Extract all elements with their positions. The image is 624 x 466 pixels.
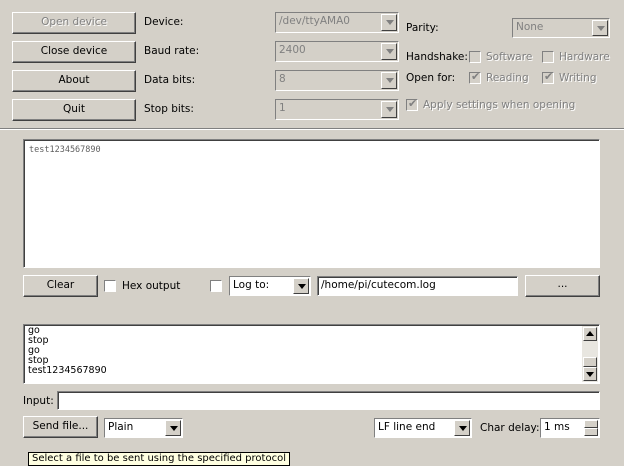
- hardware-checkbox[interactable]: [542, 51, 554, 63]
- char-delay-value: 1 ms: [544, 421, 570, 433]
- history-scrollbar[interactable]: [582, 326, 598, 382]
- browse-log-button[interactable]: ...: [525, 275, 600, 297]
- input-label: Input:: [23, 395, 54, 407]
- writing-checkbox[interactable]: ✔: [542, 70, 554, 84]
- parity-label: Parity:: [406, 22, 439, 34]
- hex-output-checkbox[interactable]: [104, 280, 116, 292]
- log-checkbox[interactable]: [210, 280, 222, 292]
- stop-bits-combo[interactable]: 1: [275, 99, 399, 120]
- char-delay-spinbox[interactable]: 1 ms: [540, 418, 600, 438]
- clear-label: Clear: [46, 279, 75, 291]
- browse-label: ...: [557, 278, 568, 290]
- output-text: test1234567890: [29, 145, 101, 155]
- history-item[interactable]: test1234567890: [28, 366, 107, 376]
- open-device-label: Open device: [41, 16, 107, 28]
- open-for-label: Open for:: [406, 72, 456, 84]
- hex-output-label: Hex output: [122, 280, 181, 292]
- quit-label: Quit: [63, 103, 85, 115]
- spin-up-icon[interactable]: [584, 420, 598, 428]
- clear-button[interactable]: Clear: [23, 275, 98, 297]
- parity-combo[interactable]: None: [512, 18, 610, 38]
- baud-rate-label: Baud rate:: [144, 45, 200, 57]
- protocol-combo[interactable]: Plain: [104, 418, 183, 438]
- baud-rate-combo[interactable]: 2400: [275, 41, 399, 62]
- handshake-label: Handshake:: [406, 51, 468, 63]
- spin-down-icon[interactable]: [584, 428, 598, 436]
- parity-value: None: [516, 21, 544, 33]
- input-field[interactable]: [57, 391, 600, 410]
- checkmark-icon: ✔: [408, 97, 418, 110]
- scrollbar-thumb[interactable]: [583, 357, 597, 367]
- send-file-label: Send file...: [32, 420, 89, 432]
- tooltip: Select a file to be sent using the speci…: [28, 452, 290, 466]
- reading-checkbox[interactable]: ✔: [469, 70, 481, 84]
- hardware-label: Hardware: [559, 51, 610, 63]
- line-end-combo[interactable]: LF line end: [374, 418, 472, 438]
- baud-rate-value: 2400: [279, 44, 306, 56]
- send-file-button[interactable]: Send file...: [23, 416, 98, 438]
- writing-label: Writing: [559, 72, 597, 84]
- about-label: About: [58, 74, 90, 86]
- log-path-value: /home/pi/cutecom.log: [321, 279, 436, 291]
- log-mode-value: Log to:: [233, 279, 270, 291]
- scroll-up-icon[interactable]: [583, 327, 597, 341]
- reading-label: Reading: [486, 72, 529, 84]
- stop-bits-value: 1: [279, 102, 286, 114]
- log-mode-combo[interactable]: Log to:: [229, 276, 311, 296]
- chevron-down-icon: [165, 420, 181, 436]
- chevron-down-icon: [454, 420, 470, 436]
- data-bits-value: 8: [279, 73, 286, 85]
- chevron-down-icon: [293, 278, 309, 294]
- close-device-label: Close device: [40, 45, 108, 57]
- stop-bits-label: Stop bits:: [144, 103, 194, 115]
- checkmark-icon: ✔: [544, 70, 554, 83]
- chevron-down-icon: [592, 20, 608, 36]
- separator: [0, 128, 624, 130]
- quit-button[interactable]: Quit: [12, 99, 136, 121]
- data-bits-label: Data bits:: [144, 74, 196, 86]
- software-label: Software: [486, 51, 533, 63]
- log-path-field[interactable]: /home/pi/cutecom.log: [317, 276, 518, 296]
- scroll-down-icon[interactable]: [583, 367, 597, 381]
- apply-settings-checkbox[interactable]: ✔: [406, 97, 418, 111]
- output-area[interactable]: test1234567890: [23, 139, 600, 268]
- history-list[interactable]: go stop go stop test1234567890: [23, 324, 600, 384]
- about-button[interactable]: About: [12, 70, 136, 92]
- software-checkbox[interactable]: [469, 51, 481, 63]
- chevron-down-icon: [381, 43, 397, 60]
- line-end-value: LF line end: [378, 421, 436, 433]
- chevron-down-icon: [381, 72, 397, 89]
- open-device-button[interactable]: Open device: [12, 12, 136, 34]
- chevron-down-icon: [381, 101, 397, 118]
- device-label: Device:: [144, 16, 184, 28]
- close-device-button[interactable]: Close device: [12, 41, 136, 63]
- device-value: /dev/ttyAMA0: [279, 15, 350, 27]
- protocol-value: Plain: [108, 421, 134, 433]
- checkmark-icon: ✔: [471, 70, 481, 83]
- history-items: go stop go stop test1234567890: [28, 326, 107, 376]
- chevron-down-icon: [381, 14, 397, 31]
- char-delay-label: Char delay:: [480, 422, 540, 434]
- apply-settings-label: Apply settings when opening: [423, 99, 576, 111]
- device-combo[interactable]: /dev/ttyAMA0: [275, 12, 399, 33]
- tooltip-text: Select a file to be sent using the speci…: [32, 453, 286, 464]
- data-bits-combo[interactable]: 8: [275, 70, 399, 91]
